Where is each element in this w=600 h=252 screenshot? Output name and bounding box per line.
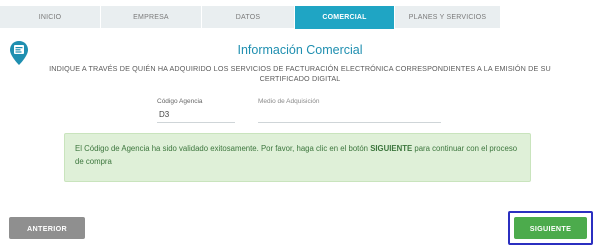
tab-empresa[interactable]: EMPRESA [101,6,201,28]
tab-planes-servicios[interactable]: PLANES Y SERVICIOS [395,6,500,28]
alert-text-bold: SIGUIENTE [370,144,413,153]
tab-inicio[interactable]: INICIO [0,6,100,28]
agency-code-underline [157,122,235,123]
tab-datos[interactable]: DATOS [202,6,294,28]
page-title: Información Comercial [237,43,363,57]
agency-code-input[interactable]: D3 [159,110,239,119]
next-button[interactable]: SIGUIENTE [514,217,587,239]
alert-text-before: El Código de Agencia ha sido validado ex… [75,144,371,153]
acquisition-underline [258,122,441,123]
success-alert: El Código de Agencia ha sido validado ex… [64,133,531,182]
agency-code-label: Código Agencia [157,98,203,105]
previous-button[interactable]: ANTERIOR [9,217,85,239]
page-subtitle: INDIQUE A TRAVÉS DE QUIÉN HA ADQUIRIDO L… [49,64,551,83]
tab-comercial[interactable]: COMERCIAL [295,6,394,29]
acquisition-field[interactable]: Medio de Adquisición [258,98,319,105]
step-tabs: INICIO EMPRESA DATOS COMERCIAL PLANES Y … [0,6,600,29]
next-button-focus-outline: SIGUIENTE [508,211,593,245]
